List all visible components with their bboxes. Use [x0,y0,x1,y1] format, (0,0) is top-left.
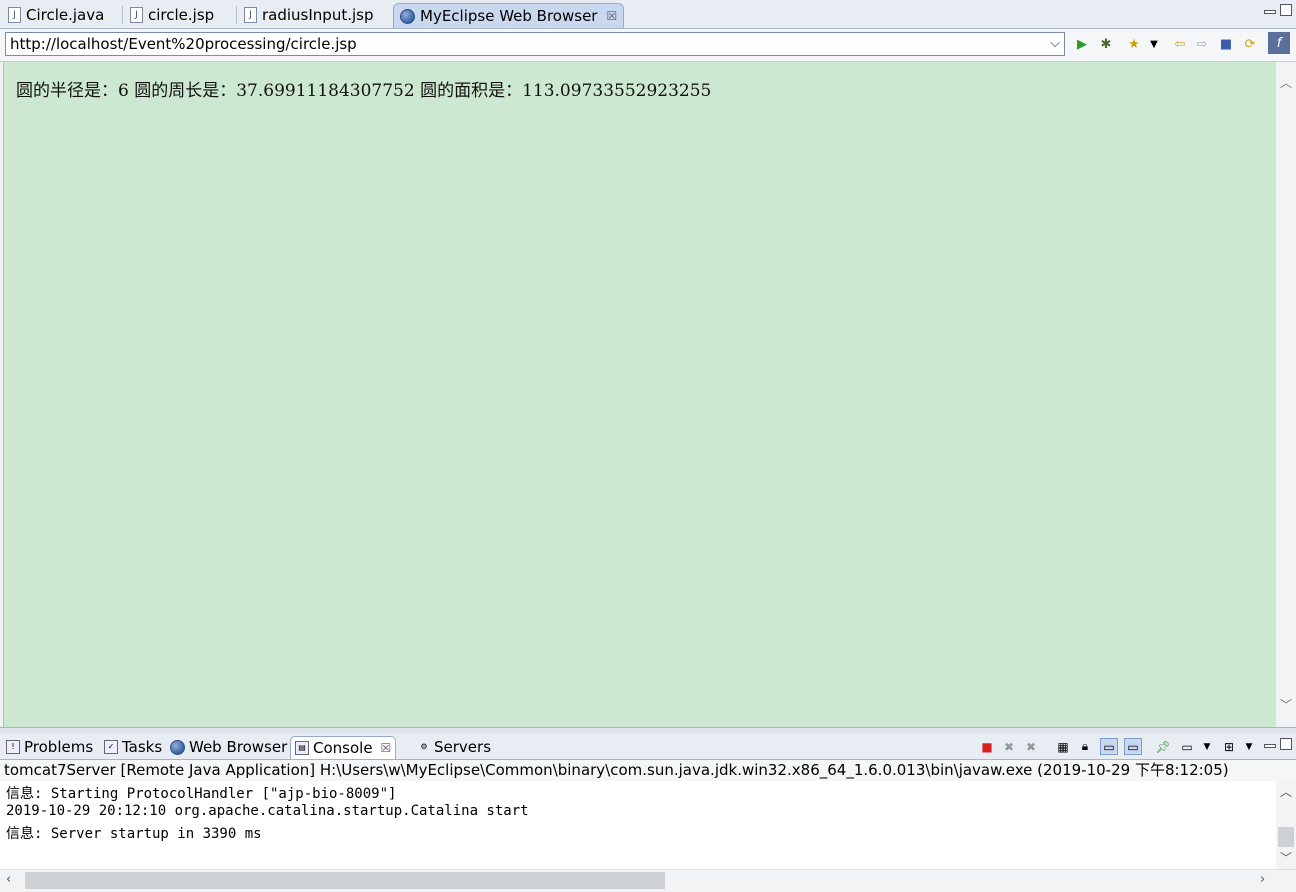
pin-console-icon[interactable]: 📌︎ [1154,738,1172,755]
browser-viewport: 圆的半径是：6 圆的周长是：37.69911184307752 圆的面积是：11… [3,62,1276,727]
tab-tasks[interactable]: ✓ Tasks [100,736,166,758]
console-process-label: tomcat7Server [Remote Java Application] … [0,760,1296,781]
tab-myeclipse-web-browser[interactable]: MyEclipse Web Browser ☒ [393,3,625,28]
tab-label: Servers [434,738,492,756]
console-vertical-scrollbar[interactable]: ︿ ﹀ [1276,781,1296,869]
scroll-down-icon[interactable]: ﹀ [1280,849,1292,866]
favorites-icon[interactable]: ★ [1124,34,1144,54]
show-stdout-icon[interactable]: ▭ [1100,738,1118,755]
close-icon[interactable]: ☒ [606,9,617,23]
run-icon[interactable]: ▶ [1072,34,1092,54]
scroll-up-icon[interactable]: ︿ [1280,783,1292,800]
clear-console-icon[interactable]: ▦ [1054,738,1072,755]
scroll-right-icon[interactable]: › [1260,872,1265,887]
tab-problems[interactable]: ! Problems [2,736,97,758]
minimize-icon[interactable] [1264,744,1276,748]
tab-label: circle.jsp [148,6,215,24]
maximize-icon[interactable] [1280,738,1292,750]
tab-servers[interactable]: ⚙ Servers [414,736,495,758]
globe-icon [170,739,185,755]
scroll-thumb[interactable] [25,872,665,889]
tab-radiusinput-jsp[interactable]: J radiusInput.jsp [238,3,379,27]
tab-circle-jsp[interactable]: J circle.jsp [124,3,220,27]
jsp-file-icon: J [130,7,143,23]
chevron-down-icon[interactable]: ▼ [1144,34,1164,54]
java-file-icon: J [8,7,21,23]
chevron-down-icon[interactable]: ▼ [1198,738,1216,755]
minimize-icon[interactable] [1264,10,1276,14]
show-stderr-icon[interactable]: ▭ [1124,738,1142,755]
bottom-tab-bar: ! Problems ✓ Tasks Web Browser ▤ Console… [0,734,1296,760]
console-line: 信息: Server startup in 3390 ms [6,826,262,842]
tasks-icon: ✓ [104,740,118,754]
scroll-lock-icon[interactable]: 🔒︎ [1076,738,1094,755]
browser-toolbar: http://localhost/Event%20processing/circ… [0,29,1296,62]
tab-divider [122,6,123,24]
console-icon: ▤ [295,741,309,755]
debug-icon[interactable]: ✱ [1096,34,1116,54]
url-field[interactable]: http://localhost/Event%20processing/circ… [5,32,1065,56]
scroll-thumb[interactable] [1278,827,1294,847]
open-console-icon[interactable]: ⊞ [1220,738,1238,755]
console-line: 2019-10-29 20:12:10 org.apache.catalina.… [6,803,529,819]
tab-label: radiusInput.jsp [262,6,374,24]
tab-console[interactable]: ▤ Console ☒ [290,736,397,759]
globe-icon [400,8,415,24]
chevron-down-icon[interactable]: ▼ [1240,738,1258,755]
url-text: http://localhost/Event%20processing/circ… [10,35,357,53]
forward-icon[interactable]: ⇨ [1192,34,1212,54]
stop-icon[interactable]: ■ [1216,34,1236,54]
tab-label: Circle.java [26,6,105,24]
tab-divider [236,6,237,24]
myeclipse-logo-icon: f [1268,32,1290,54]
close-icon[interactable]: ☒ [381,741,392,755]
jsp-file-icon: J [244,7,257,23]
terminate-icon[interactable]: ■ [978,738,996,755]
tab-circle-java[interactable]: J Circle.java [2,3,110,27]
scroll-left-icon[interactable]: ‹ [6,872,11,887]
console-horizontal-scrollbar[interactable]: ‹ › [0,869,1296,892]
display-console-icon[interactable]: ▭ [1178,738,1196,755]
tab-label: MyEclipse Web Browser [420,7,598,25]
maximize-icon[interactable] [1280,4,1292,16]
tab-label: Problems [24,738,94,756]
scroll-down-icon[interactable]: ﹀ [1280,696,1292,713]
refresh-icon[interactable]: ⟳ [1240,34,1260,54]
back-icon[interactable]: ⇦ [1170,34,1190,54]
editor-tab-bar: J Circle.java J circle.jsp J radiusInput… [0,0,1296,29]
remove-all-icon[interactable]: ✖ [1022,738,1040,755]
tab-web-browser[interactable]: Web Browser [166,736,291,758]
tab-label: Web Browser [189,738,288,756]
tab-label: Tasks [122,738,163,756]
remove-launch-icon[interactable]: ✖ [1000,738,1018,755]
chevron-down-icon[interactable]: ⌵ [1050,33,1060,55]
servers-icon: ⚙ [420,742,428,751]
console-line: 信息: Starting ProtocolHandler ["ajp-bio-8… [6,786,397,802]
tab-label: Console [313,739,373,757]
problems-icon: ! [6,740,20,754]
scroll-up-icon[interactable]: ︿ [1280,74,1292,91]
result-text: 圆的半径是：6 圆的周长是：37.69911184307752 圆的面积是：11… [16,81,712,101]
console-output[interactable]: 信息: Starting ProtocolHandler ["ajp-bio-8… [0,781,1276,869]
panel-splitter[interactable] [0,727,1296,734]
vertical-scrollbar[interactable]: ︿ ﹀ [1276,62,1296,727]
